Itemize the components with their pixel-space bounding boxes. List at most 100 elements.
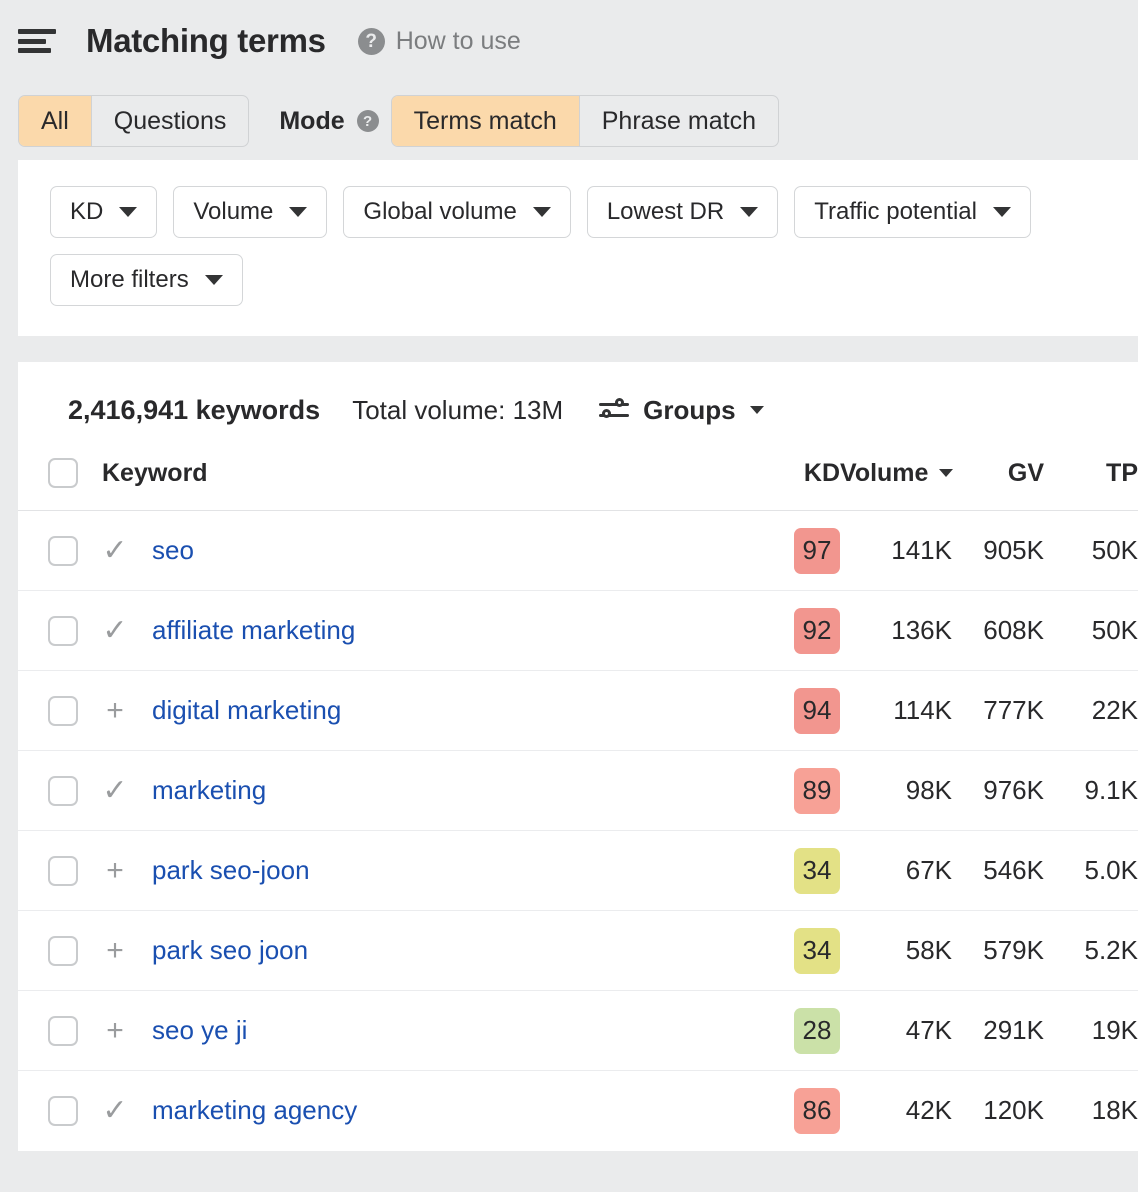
hamburger-menu-icon[interactable] <box>18 26 56 56</box>
row-select-checkbox[interactable] <box>48 776 78 806</box>
kd-badge: 97 <box>794 528 840 574</box>
cell-volume: 58K <box>840 911 952 991</box>
cell-gv: 608K <box>952 591 1044 671</box>
check-icon[interactable]: ✓ <box>100 776 130 806</box>
table-row[interactable]: +park seo-joon3467K546K5.0K <box>18 831 1138 911</box>
column-header-volume[interactable]: Volume <box>840 458 952 511</box>
plus-icon[interactable]: + <box>100 936 130 966</box>
column-header-keyword[interactable]: Keyword <box>18 458 741 511</box>
chevron-down-icon <box>533 207 551 217</box>
cell-tp: 9.1K <box>1044 751 1138 831</box>
cell-volume: 98K <box>840 751 952 831</box>
kd-badge: 34 <box>794 848 840 894</box>
tab-all[interactable]: All <box>19 96 91 146</box>
mode-segmented-control: Terms match Phrase match <box>391 95 779 147</box>
row-select-checkbox[interactable] <box>48 936 78 966</box>
keyword-link[interactable]: affiliate marketing <box>152 615 355 646</box>
tab-terms-match[interactable]: Terms match <box>392 96 579 146</box>
column-header-tp[interactable]: TP <box>1044 458 1138 511</box>
chevron-down-icon <box>750 406 764 414</box>
filter-volume[interactable]: Volume <box>173 186 327 238</box>
groups-button[interactable]: Groups <box>599 395 763 426</box>
column-header-kd[interactable]: KD <box>741 458 840 511</box>
check-icon[interactable]: ✓ <box>100 616 130 646</box>
keyword-count: 2,416,941 keywords <box>68 395 320 426</box>
how-to-use-link[interactable]: ? How to use <box>358 27 521 56</box>
filter-lowest-dr[interactable]: Lowest DR <box>587 186 778 238</box>
keyword-link[interactable]: marketing agency <box>152 1095 357 1126</box>
table-row[interactable]: +seo ye ji2847K291K19K <box>18 991 1138 1071</box>
filters-panel: KD Volume Global volume Lowest DR Traffi… <box>18 160 1138 336</box>
cell-volume: 114K <box>840 671 952 751</box>
cell-keyword: ✓ marketing <box>18 751 741 831</box>
cell-keyword: + park seo-joon <box>18 831 741 911</box>
table-row[interactable]: ✓seo97141K905K50K <box>18 511 1138 591</box>
filter-toggle-row: All Questions Mode ? Terms match Phrase … <box>0 82 1138 160</box>
tab-phrase-match[interactable]: Phrase match <box>579 96 778 146</box>
keyword-link[interactable]: marketing <box>152 775 266 806</box>
how-to-use-label: How to use <box>396 27 521 56</box>
table-row[interactable]: ✓marketing8998K976K9.1K <box>18 751 1138 831</box>
sort-descending-icon <box>939 469 953 477</box>
table-body: ✓seo97141K905K50K✓affiliate marketing921… <box>18 511 1138 1151</box>
row-select-checkbox[interactable] <box>48 616 78 646</box>
table-row[interactable]: ✓affiliate marketing92136K608K50K <box>18 591 1138 671</box>
question-circle-icon: ? <box>358 28 385 55</box>
cell-gv: 291K <box>952 991 1044 1071</box>
plus-icon[interactable]: + <box>100 1016 130 1046</box>
filter-global-volume[interactable]: Global volume <box>343 186 570 238</box>
column-header-gv[interactable]: GV <box>952 458 1044 511</box>
filter-traffic-potential-label: Traffic potential <box>814 198 977 226</box>
filter-kd[interactable]: KD <box>50 186 157 238</box>
chevron-down-icon <box>119 207 137 217</box>
cell-kd: 28 <box>741 991 840 1071</box>
select-all-checkbox[interactable] <box>48 458 78 488</box>
cell-gv: 777K <box>952 671 1044 751</box>
cell-volume: 47K <box>840 991 952 1071</box>
table-row[interactable]: +digital marketing94114K777K22K <box>18 671 1138 751</box>
cell-keyword: + park seo joon <box>18 911 741 991</box>
keyword-link[interactable]: park seo joon <box>152 935 308 966</box>
cell-volume: 67K <box>840 831 952 911</box>
row-select-checkbox[interactable] <box>48 1016 78 1046</box>
check-icon[interactable]: ✓ <box>100 1096 130 1126</box>
tab-questions[interactable]: Questions <box>91 96 249 146</box>
cell-keyword: ✓ seo <box>18 511 741 591</box>
cell-keyword: ✓ marketing agency <box>18 1071 741 1151</box>
filter-more-filters[interactable]: More filters <box>50 254 243 306</box>
filters-row-secondary: More filters <box>50 254 1138 306</box>
row-select-checkbox[interactable] <box>48 696 78 726</box>
filter-traffic-potential[interactable]: Traffic potential <box>794 186 1031 238</box>
filter-volume-label: Volume <box>193 198 273 226</box>
plus-icon[interactable]: + <box>100 856 130 886</box>
cell-tp: 18K <box>1044 1071 1138 1151</box>
table-row[interactable]: +park seo joon3458K579K5.2K <box>18 911 1138 991</box>
hamburger-line <box>18 48 51 53</box>
check-icon[interactable]: ✓ <box>100 536 130 566</box>
filter-global-volume-label: Global volume <box>363 198 516 226</box>
chevron-down-icon <box>289 207 307 217</box>
cell-gv: 546K <box>952 831 1044 911</box>
filter-kd-label: KD <box>70 198 103 226</box>
row-select-checkbox[interactable] <box>48 1096 78 1126</box>
mode-question-circle-icon[interactable]: ? <box>357 110 379 132</box>
keyword-link[interactable]: park seo-joon <box>152 855 310 886</box>
table-row[interactable]: ✓marketing agency8642K120K18K <box>18 1071 1138 1151</box>
sliders-icon <box>599 397 629 423</box>
cell-kd: 34 <box>741 831 840 911</box>
row-select-checkbox[interactable] <box>48 856 78 886</box>
mode-label: Mode <box>279 107 344 136</box>
plus-icon[interactable]: + <box>100 696 130 726</box>
cell-volume: 136K <box>840 591 952 671</box>
keyword-link[interactable]: digital marketing <box>152 695 341 726</box>
cell-volume: 141K <box>840 511 952 591</box>
results-panel: 2,416,941 keywords Total volume: 13M Gro… <box>18 362 1138 1151</box>
keyword-link[interactable]: seo <box>152 535 194 566</box>
total-volume: Total volume: 13M <box>352 395 563 426</box>
filters-row-primary: KD Volume Global volume Lowest DR Traffi… <box>50 186 1138 238</box>
keywords-table: Keyword KD Volume GV TP ✓seo97141K905K50… <box>18 458 1138 1151</box>
row-select-checkbox[interactable] <box>48 536 78 566</box>
cell-keyword: ✓ affiliate marketing <box>18 591 741 671</box>
keyword-link[interactable]: seo ye ji <box>152 1015 247 1046</box>
cell-kd: 94 <box>741 671 840 751</box>
